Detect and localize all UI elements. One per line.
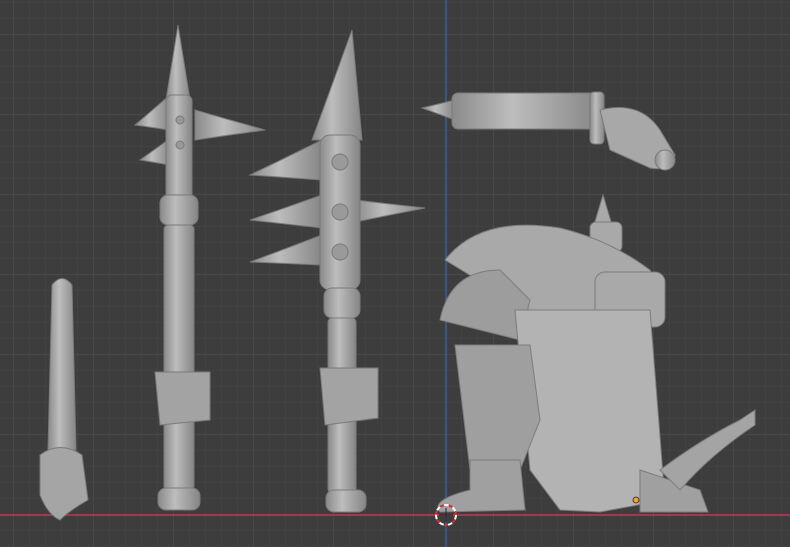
viewport-canvas[interactable]	[0, 0, 790, 547]
3d-viewport[interactable]	[0, 0, 790, 547]
object-origin-dot[interactable]	[632, 496, 640, 504]
3d-cursor-icon[interactable]	[435, 504, 457, 526]
